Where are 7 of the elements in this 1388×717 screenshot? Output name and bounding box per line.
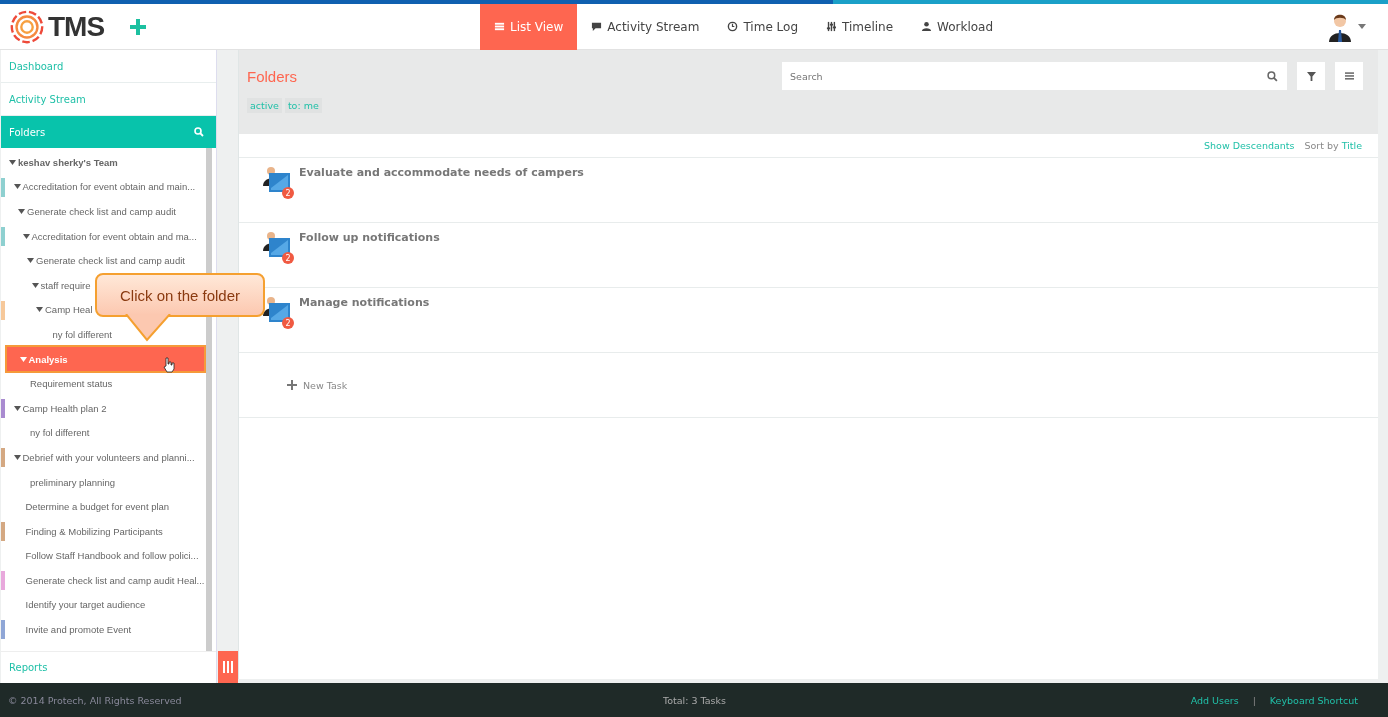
copyright-text: © 2014 Protech, All Rights Reserved [8, 694, 183, 706]
folders-title: Folders [9, 126, 46, 138]
separator: | [1252, 694, 1256, 706]
task-total: Total: 3 Tasks [663, 694, 726, 706]
page-title: Folders [247, 67, 298, 85]
logo-text: TMS [48, 10, 105, 43]
sort-label: Sort by [1304, 140, 1339, 151]
